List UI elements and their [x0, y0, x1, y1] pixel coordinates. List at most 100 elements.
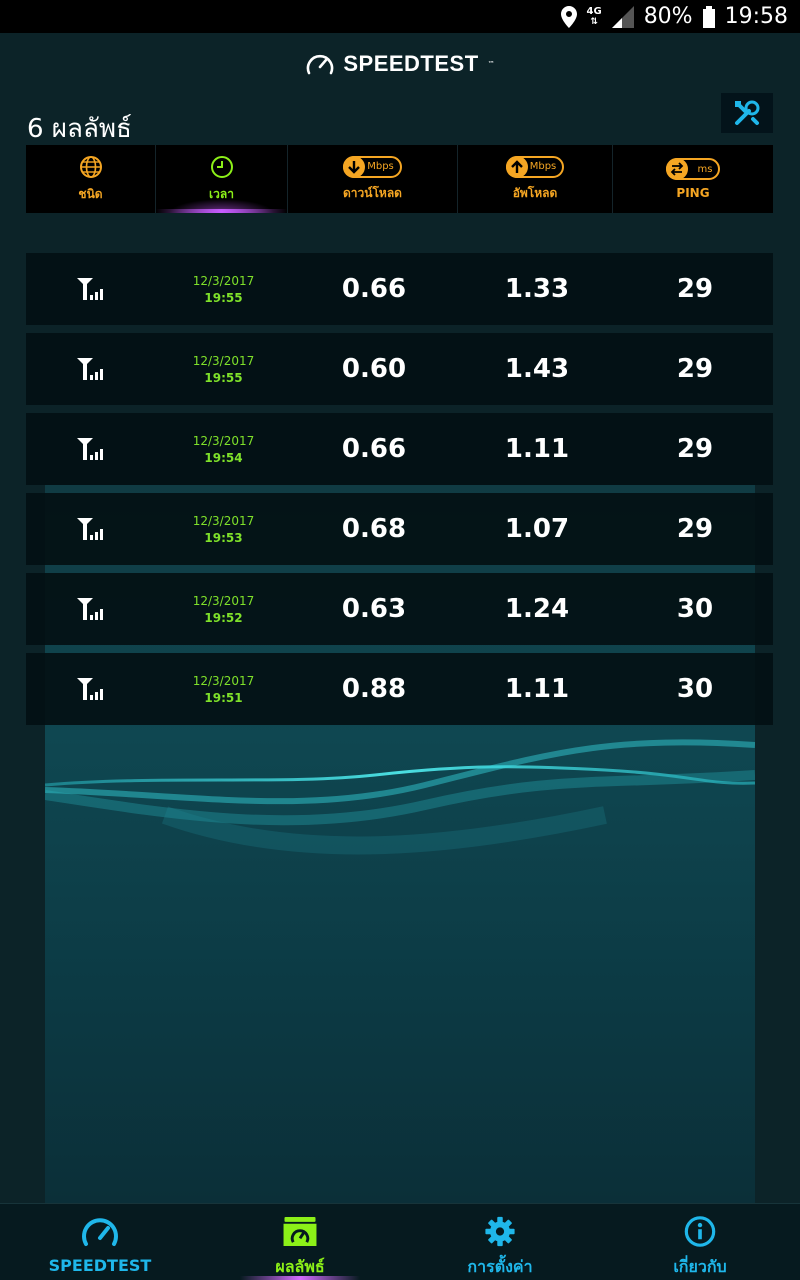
column-type[interactable]: ชนิด — [26, 145, 156, 213]
speedometer-icon — [82, 1218, 118, 1246]
column-download-label: ดาวน์โหลด — [343, 185, 402, 200]
download-value: 0.88 — [341, 674, 407, 704]
ping-value: 29 — [676, 354, 714, 384]
upload-value: 1.11 — [504, 434, 570, 464]
nav-results[interactable]: ผลลัพธ์ — [200, 1204, 400, 1280]
nav-settings[interactable]: การตั้งค่า — [400, 1204, 600, 1280]
result-row[interactable]: 12/3/2017 19:51 0.88 1.11 30 — [26, 653, 773, 725]
result-time: 19:52 — [204, 610, 243, 625]
connection-type-cell — [26, 413, 156, 485]
results-count-title: 6 ผลลัพธ์ — [27, 114, 132, 144]
battery-icon — [702, 5, 715, 28]
result-time: 19:55 — [204, 370, 243, 385]
connection-type-cell — [26, 493, 156, 565]
ping-badge: ms — [665, 158, 721, 180]
result-time: 19:51 — [204, 690, 243, 705]
results-column-header: ชนิด เวลา Mbps ดาวน์โหลด Mbps อัพโหลด ms… — [26, 145, 773, 213]
download-unit: Mbps — [367, 161, 394, 172]
clock-time: 19:58 — [724, 4, 788, 29]
speedometer-logo-icon — [307, 54, 334, 75]
globe-icon — [79, 155, 102, 178]
app-header: SPEEDTEST ™ — [0, 33, 800, 95]
timestamp-cell: 12/3/2017 19:55 — [156, 253, 291, 325]
tools-button[interactable] — [721, 93, 773, 133]
ping-value: 30 — [676, 594, 714, 624]
ping-value: 29 — [676, 274, 714, 304]
result-date: 12/3/2017 — [192, 593, 255, 608]
cellular-icon — [77, 438, 103, 460]
result-time: 19:54 — [204, 450, 243, 465]
info-icon — [684, 1216, 716, 1247]
status-bar: 4G ⇅ 80% 19:58 — [0, 0, 800, 33]
results-folder-icon — [283, 1216, 317, 1247]
column-download[interactable]: Mbps ดาวน์โหลด — [288, 145, 458, 213]
result-date: 12/3/2017 — [192, 513, 255, 528]
upload-unit: Mbps — [529, 161, 557, 172]
result-time: 19:53 — [204, 530, 243, 545]
download-value: 0.66 — [341, 274, 407, 304]
cellular-icon — [77, 278, 103, 300]
speedtest-logo: SPEEDTEST ™ — [305, 51, 495, 77]
ping-icon — [665, 158, 688, 180]
connection-type-cell — [26, 573, 156, 645]
gear-icon — [485, 1216, 515, 1247]
upload-value: 1.43 — [504, 354, 570, 384]
trademark: ™ — [487, 60, 495, 68]
nav-speedtest-label: SPEEDTEST — [48, 1256, 152, 1275]
result-time: 19:55 — [204, 290, 243, 305]
upload-icon — [505, 155, 528, 178]
location-icon — [560, 5, 577, 28]
cellular-icon — [77, 518, 103, 540]
cellular-icon — [77, 678, 103, 700]
result-date: 12/3/2017 — [192, 353, 255, 368]
timestamp-cell: 12/3/2017 19:53 — [156, 493, 291, 565]
ping-value: 30 — [676, 674, 714, 704]
network-type-label: 4G — [586, 5, 602, 17]
result-date: 12/3/2017 — [192, 273, 255, 288]
upload-value: 1.07 — [504, 514, 570, 544]
column-ping[interactable]: ms PING — [613, 145, 773, 213]
battery-percent: 80% — [643, 4, 693, 29]
bottom-navigation: SPEEDTEST ผลลัพธ์ การตั้งค่า เกี่ยวกับ — [0, 1203, 800, 1280]
brand-name: SPEEDTEST — [343, 51, 479, 76]
download-icon — [343, 155, 366, 178]
result-row[interactable]: 12/3/2017 19:55 0.66 1.33 29 — [26, 253, 773, 325]
nav-settings-label: การตั้งค่า — [467, 1257, 533, 1276]
ping-value: 29 — [676, 434, 714, 464]
column-upload[interactable]: Mbps อัพโหลด — [458, 145, 613, 213]
result-row[interactable]: 12/3/2017 19:52 0.63 1.24 30 — [26, 573, 773, 645]
timestamp-cell: 12/3/2017 19:51 — [156, 653, 291, 725]
column-upload-label: อัพโหลด — [512, 185, 558, 200]
results-list: 12/3/2017 19:55 0.66 1.33 29 12/3/2017 1… — [26, 253, 773, 733]
clock-icon — [210, 155, 233, 178]
signal-icon — [611, 5, 634, 28]
nav-speedtest[interactable]: SPEEDTEST — [0, 1204, 200, 1280]
download-value: 0.68 — [341, 514, 407, 544]
result-row[interactable]: 12/3/2017 19:55 0.60 1.43 29 — [26, 333, 773, 405]
connection-type-cell — [26, 333, 156, 405]
upload-value: 1.33 — [504, 274, 570, 304]
download-badge: Mbps — [343, 155, 402, 178]
timestamp-cell: 12/3/2017 19:55 — [156, 333, 291, 405]
active-column-indicator — [156, 209, 287, 213]
ping-value: 29 — [676, 514, 714, 544]
result-row[interactable]: 12/3/2017 19:54 0.66 1.11 29 — [26, 413, 773, 485]
column-ping-label: PING — [676, 186, 710, 200]
column-time[interactable]: เวลา — [156, 145, 288, 213]
download-value: 0.66 — [341, 434, 407, 464]
active-nav-indicator — [240, 1276, 360, 1280]
result-row[interactable]: 12/3/2017 19:53 0.68 1.07 29 — [26, 493, 773, 565]
cellular-icon — [77, 598, 103, 620]
cellular-icon — [77, 358, 103, 380]
download-value: 0.60 — [341, 354, 407, 384]
upload-value: 1.11 — [504, 674, 570, 704]
nav-about-label: เกี่ยวกับ — [673, 1257, 727, 1276]
timestamp-cell: 12/3/2017 19:54 — [156, 413, 291, 485]
nav-about[interactable]: เกี่ยวกับ — [600, 1204, 800, 1280]
ping-unit: ms — [697, 163, 713, 175]
result-date: 12/3/2017 — [192, 433, 255, 448]
tools-icon — [735, 100, 760, 125]
column-type-label: ชนิด — [78, 186, 103, 201]
download-value: 0.63 — [341, 594, 407, 624]
network-type-icon: 4G ⇅ — [586, 5, 602, 27]
